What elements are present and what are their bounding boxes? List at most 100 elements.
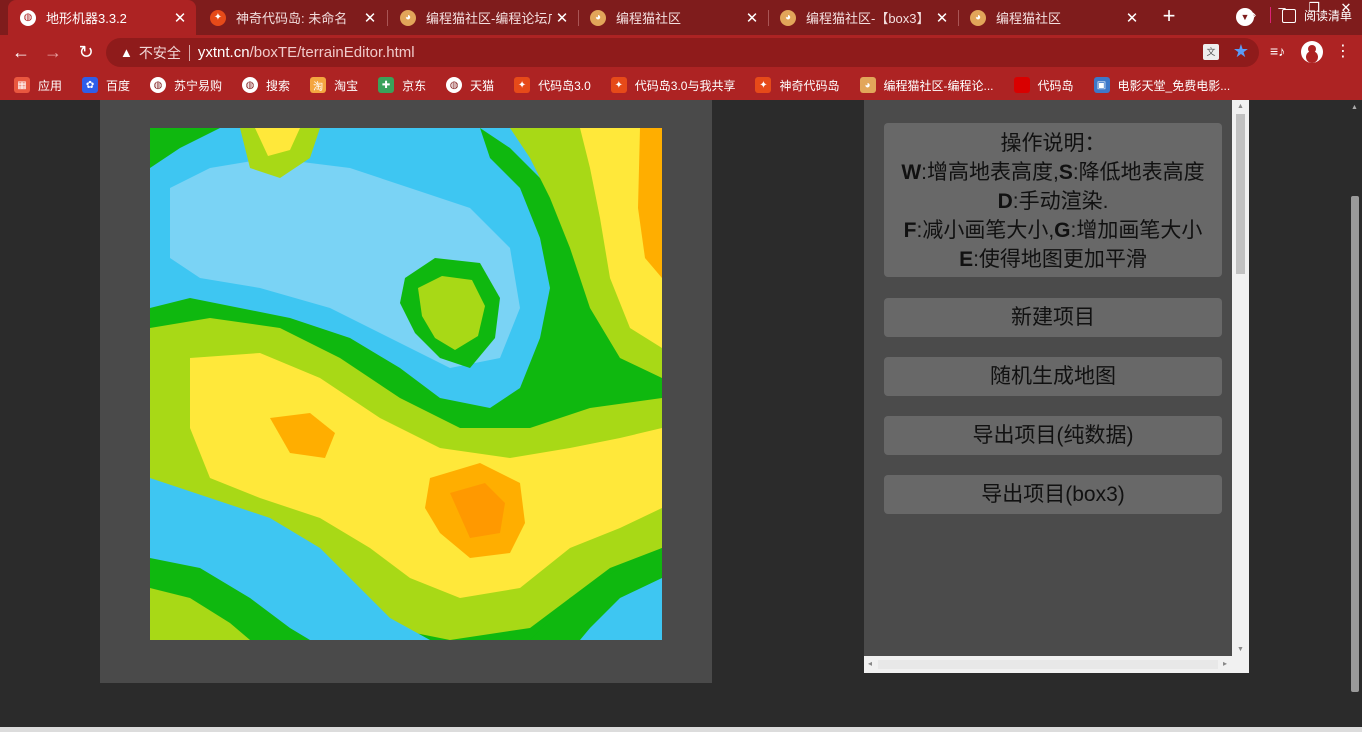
scroll-up-icon[interactable]: ▲: [1351, 104, 1358, 111]
instruction-line: E:使得地图更加平滑: [959, 248, 1147, 271]
scroll-thumb[interactable]: [1351, 196, 1359, 692]
bookmark-label: 代码岛3.0与我共享: [634, 78, 736, 93]
warning-icon[interactable]: ▲: [120, 45, 133, 60]
bookmarks-bar: ▦ 应用 ✿ 百度 ◍ 苏宁易购 ◍ 搜索 淘淘宝 ✚ 京东 ◍ 天猫 ✦ 代码岛3.0 ✦ 代码岛3.0与我共…: [0, 70, 1362, 100]
bookmark-label: 代码岛3.0: [538, 78, 591, 93]
reload-icon[interactable]: ↻: [73, 39, 99, 65]
close-icon[interactable]: ✕: [552, 8, 572, 28]
tab-codemao-forum[interactable]: ◕ 编程猫社区-编程论坛广 ✕: [388, 0, 578, 35]
close-icon[interactable]: ✕: [360, 8, 380, 28]
close-icon[interactable]: ✕: [742, 8, 762, 28]
instruction-line: F:减小画笔大小,G:增加画笔大小: [903, 219, 1203, 242]
reading-list-icon: [1282, 8, 1296, 23]
panel-horizontal-scrollbar[interactable]: ◂ ▸: [864, 656, 1249, 673]
instruction-line: D:手动渲染.: [997, 190, 1109, 213]
tab-title: 编程猫社区: [996, 11, 1062, 26]
new-project-button[interactable]: 新建项目: [884, 298, 1222, 337]
export-data-button[interactable]: 导出项目(纯数据): [884, 416, 1222, 455]
bookmark-label: 神奇代码岛: [779, 78, 840, 93]
bookmark-item[interactable]: ✦ 代码岛3.0: [514, 77, 591, 94]
page-scrollbar[interactable]: ▲: [1348, 100, 1362, 732]
bookmark-item[interactable]: ▣ 电影天堂_免费电影...: [1093, 77, 1231, 94]
bookmark-label: 百度: [106, 78, 131, 93]
tab-codemao-box3[interactable]: ◕ 编程猫社区-【box3】 ✕: [768, 0, 958, 35]
bookmark-label: 京东: [402, 78, 427, 93]
bookmarks-divider: [1270, 7, 1271, 23]
bookmarks-overflow-icon[interactable]: »: [1249, 7, 1256, 22]
scroll-up-icon[interactable]: ▲: [1236, 103, 1245, 110]
jd-icon: ✚: [378, 77, 395, 93]
bookmark-label: 搜索: [266, 78, 291, 93]
close-icon[interactable]: ✕: [1122, 8, 1142, 28]
forward-icon[interactable]: →: [40, 39, 66, 65]
reading-list-button[interactable]: 阅读清单: [1282, 7, 1352, 24]
bookmark-label: 电影天堂_免费电影...: [1117, 78, 1231, 93]
tab-title: 编程猫社区-【box3】: [806, 11, 930, 26]
instructions-title: 操作说明：: [1000, 132, 1106, 155]
tab-title: 编程猫社区: [616, 11, 682, 26]
reading-list-label: 阅读清单: [1304, 9, 1353, 23]
globe-icon: ◍: [150, 77, 167, 93]
maple-leaf-icon: ✦: [755, 77, 772, 93]
taskbar-strip: [0, 727, 1362, 732]
panel-vertical-scrollbar[interactable]: ▲ ▼: [1232, 100, 1249, 656]
bookmark-star-icon[interactable]: ★: [1233, 41, 1249, 62]
bookmark-item[interactable]: 代码岛: [1013, 77, 1074, 94]
codemao-cat-icon: ◕: [970, 9, 986, 26]
bookmark-label: 应用: [38, 78, 63, 93]
terrain-canvas[interactable]: [150, 128, 662, 640]
bookmark-label: 代码岛: [1037, 78, 1074, 93]
url-text[interactable]: yxtnt.cn/boxTE/terrainEditor.html: [198, 44, 415, 61]
profile-avatar-icon[interactable]: [1301, 41, 1323, 63]
codemao-cat-icon: ◕: [400, 9, 416, 26]
scroll-thumb[interactable]: [1236, 114, 1245, 274]
bookmark-item[interactable]: ◍ 搜索: [242, 77, 290, 94]
page-content: 操作说明： W:增高地表高度,S:降低地表高度 D:手动渲染. F:减小画笔大小…: [0, 100, 1362, 732]
scroll-down-icon[interactable]: ▼: [1236, 646, 1245, 653]
close-icon[interactable]: ✕: [932, 8, 952, 28]
bookmark-item[interactable]: ▦ 应用: [14, 77, 62, 94]
back-icon[interactable]: ←: [8, 39, 34, 65]
url-host: yxtnt.cn: [197, 44, 250, 61]
bookmark-item[interactable]: 淘淘宝: [310, 77, 358, 94]
control-panel: 操作说明： W:增高地表高度,S:降低地表高度 D:手动渲染. F:减小画笔大小…: [864, 100, 1249, 673]
tab-code-island[interactable]: ✦ 神奇代码岛: 未命名 ✕: [198, 0, 386, 35]
bookmark-item[interactable]: ◍ 苏宁易购: [150, 77, 222, 94]
tab-codemao-community-2[interactable]: ◕ 编程猫社区 ✕: [958, 0, 1148, 35]
tab-title: 地形机器3.3.2: [46, 11, 127, 26]
scroll-thumb[interactable]: [878, 660, 1218, 669]
terrain-heightmap: [150, 128, 662, 640]
tab-terrain-editor[interactable]: ◍ 地形机器3.3.2 ✕: [8, 0, 196, 35]
instruction-line: W:增高地表高度,S:降低地表高度: [901, 161, 1205, 184]
instructions-box: 操作说明： W:增高地表高度,S:降低地表高度 D:手动渲染. F:减小画笔大小…: [884, 123, 1222, 277]
export-box3-button[interactable]: 导出项目(box3): [884, 475, 1222, 514]
kebab-menu-icon[interactable]: ⋮: [1335, 41, 1351, 61]
bookmark-item[interactable]: ✚ 京东: [378, 77, 426, 94]
random-map-button[interactable]: 随机生成地图: [884, 357, 1222, 396]
bookmark-item[interactable]: ✿ 百度: [82, 77, 130, 94]
translate-icon[interactable]: 文: [1203, 44, 1219, 60]
red-square-icon: [1013, 77, 1030, 93]
bookmark-item[interactable]: ◍ 天猫: [446, 77, 494, 94]
address-bar[interactable]: ▲ 不安全 yxtnt.cn/boxTE/terrainEditor.html …: [106, 38, 1259, 67]
bookmark-label: 苏宁易购: [174, 78, 223, 93]
bookmark-item[interactable]: ◕ 编程猫社区-编程论...: [859, 77, 994, 94]
tab-codemao-community[interactable]: ◕ 编程猫社区 ✕: [578, 0, 768, 35]
scroll-left-icon[interactable]: ◂: [868, 659, 872, 668]
scroll-right-icon[interactable]: ▸: [1223, 659, 1227, 668]
bookmark-item[interactable]: ✦ 神奇代码岛: [755, 77, 840, 94]
codemao-cat-icon: ◕: [780, 9, 796, 26]
tab-strip: ◍ 地形机器3.3.2 ✕ ✦ 神奇代码岛: 未命名 ✕ ◕ 编程猫社区-编程论…: [0, 0, 1362, 35]
maple-leaf-icon: ✦: [210, 9, 226, 26]
browser-toolbar: ← → ↻ ▲ 不安全 yxtnt.cn/boxTE/terrainEditor…: [0, 35, 1362, 70]
movie-icon: ▣: [1093, 77, 1110, 93]
security-label[interactable]: 不安全: [139, 43, 181, 63]
codemao-cat-icon: ◕: [590, 9, 606, 26]
bookmark-item[interactable]: ✦ 代码岛3.0与我共享: [610, 77, 736, 94]
codemao-cat-icon: ◕: [859, 77, 876, 93]
new-tab-button[interactable]: +: [1158, 5, 1180, 28]
maple-leaf-icon: ✦: [610, 77, 627, 93]
media-playlist-icon[interactable]: ≡♪: [1270, 43, 1285, 59]
apps-grid-icon: ▦: [14, 77, 30, 93]
close-icon[interactable]: ✕: [170, 8, 190, 28]
